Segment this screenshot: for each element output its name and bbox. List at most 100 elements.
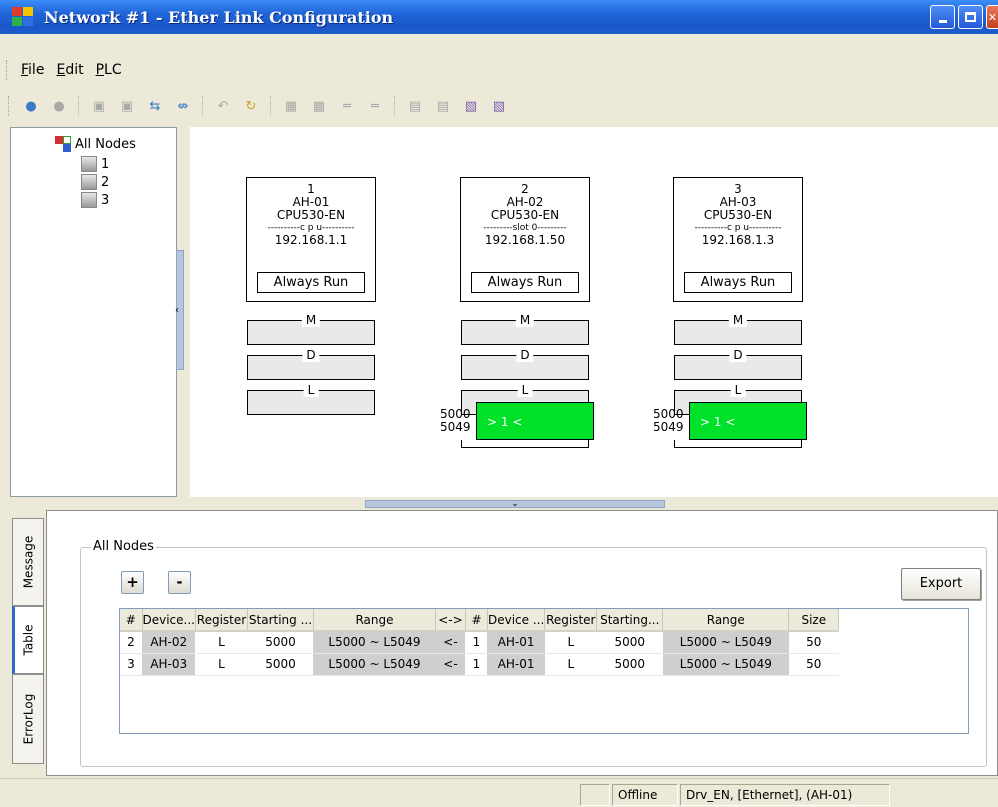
- status-bar: Offline Drv_EN, [Ethernet], (AH-01): [0, 778, 998, 807]
- toolbar-grip: [8, 96, 11, 116]
- node-ip: 192.168.1.3: [701, 233, 775, 247]
- grid-icon[interactable]: ▦: [280, 96, 302, 116]
- plc-card[interactable]: 1 AH-01 CPU530-EN ----------c p u-------…: [246, 177, 376, 302]
- table-row[interactable]: 2 AH-02 L 5000 L5000 ~ L5049 <- 1 AH-01 …: [120, 631, 839, 654]
- copy-icon[interactable]: ▤: [404, 96, 426, 116]
- table-row[interactable]: 3 AH-03 L 5000 L5000 ~ L5049 <- 1 AH-01 …: [120, 653, 839, 676]
- status-indicator-icon: [580, 784, 610, 806]
- status-driver: Drv_EN, [Ethernet], (AH-01): [680, 784, 890, 806]
- link-table: # Device... Register Starting ... Range …: [119, 608, 969, 734]
- col-header[interactable]: <->: [435, 609, 466, 632]
- tree-node-1[interactable]: 1: [81, 156, 109, 172]
- node-cpu: CPU530-EN: [276, 208, 346, 222]
- menu-edit[interactable]: Edit: [50, 62, 89, 78]
- paste-icon[interactable]: ▤: [432, 96, 454, 116]
- side-tabs: Message Table ErrorLog: [12, 510, 46, 775]
- col-header[interactable]: Starting ...: [247, 609, 314, 632]
- table-panel: All Nodes + - Export # Device... Registe…: [46, 510, 998, 776]
- col-header[interactable]: Size: [788, 609, 840, 632]
- title-bar: Network #1 - Ether Link Configuration ✕: [0, 0, 998, 34]
- vertical-splitter[interactable]: ‹: [175, 250, 184, 370]
- tab-errorlog[interactable]: ErrorLog: [12, 674, 44, 764]
- tree-node-3[interactable]: 3: [81, 192, 109, 208]
- tree-root[interactable]: All Nodes: [55, 136, 136, 152]
- status-mode: Offline: [612, 784, 678, 806]
- segment-d[interactable]: D: [461, 348, 589, 380]
- node-ip: 192.168.1.50: [484, 233, 566, 247]
- run-mode-box[interactable]: Always Run: [684, 272, 792, 293]
- menu-bar: File Edit PLC: [0, 54, 998, 86]
- plc-card[interactable]: 3 AH-03 CPU530-EN ----------c p u-------…: [673, 177, 803, 302]
- close-button[interactable]: ✕: [986, 5, 998, 29]
- tree-node-2[interactable]: 2: [81, 174, 109, 190]
- segment-d[interactable]: D: [247, 348, 375, 380]
- download-icon[interactable]: ▣: [116, 96, 138, 116]
- export-icon[interactable]: ▧: [460, 96, 482, 116]
- offline-icon[interactable]: ●: [48, 96, 70, 116]
- add-button[interactable]: +: [121, 571, 144, 594]
- minimize-icon: [938, 19, 947, 23]
- network-canvas: 1 AH-01 CPU530-EN ----------c p u-------…: [190, 127, 998, 497]
- plc-icon: [81, 174, 97, 190]
- col-header[interactable]: Range: [662, 609, 790, 632]
- upload-icon[interactable]: ▣: [88, 96, 110, 116]
- collapse-left-icon: ‹: [175, 305, 179, 316]
- segment-l-bottom: [674, 440, 802, 448]
- segment-l[interactable]: L: [247, 383, 375, 415]
- segment-d[interactable]: D: [674, 348, 802, 380]
- remove-button[interactable]: -: [168, 571, 191, 594]
- col-header[interactable]: Device ...: [487, 609, 546, 632]
- all-nodes-group: All Nodes + - Export # Device... Registe…: [80, 539, 987, 767]
- link-tag: > 1 <: [700, 415, 736, 429]
- col-header[interactable]: Register: [544, 609, 598, 632]
- link-block[interactable]: > 1 <: [689, 402, 807, 440]
- menu-file[interactable]: File: [15, 62, 50, 78]
- app-icon: [12, 7, 34, 27]
- node-cpu: CPU530-EN: [490, 208, 560, 222]
- align-left-icon[interactable]: ═: [336, 96, 358, 116]
- segment-m[interactable]: M: [674, 313, 802, 345]
- grid2-icon[interactable]: ▦: [308, 96, 330, 116]
- tab-message[interactable]: Message: [12, 518, 44, 606]
- table-header: # Device... Register Starting ... Range …: [120, 609, 840, 632]
- plc-card[interactable]: 2 AH-02 CPU530-EN ---------slot 0-------…: [460, 177, 590, 302]
- network-icon: [55, 136, 71, 152]
- unlink-icon[interactable]: ⇎: [172, 96, 194, 116]
- undo-icon[interactable]: ↶: [212, 96, 234, 116]
- col-header[interactable]: Starting...: [596, 609, 664, 632]
- link-range-label: 5000 5049: [440, 407, 471, 434]
- close-icon: ✕: [987, 10, 998, 24]
- align-right-icon[interactable]: ═: [364, 96, 386, 116]
- plc-icon: [81, 192, 97, 208]
- run-mode-box[interactable]: Always Run: [471, 272, 579, 293]
- export-button[interactable]: Export: [901, 568, 981, 600]
- import-icon[interactable]: ▧: [488, 96, 510, 116]
- link-tag: > 1 <: [487, 415, 523, 429]
- col-header[interactable]: #: [465, 609, 488, 632]
- refresh-icon[interactable]: ↻: [240, 96, 262, 116]
- node-ip: 192.168.1.1: [274, 233, 348, 247]
- link-block[interactable]: > 1 <: [476, 402, 594, 440]
- node-cpu: CPU530-EN: [703, 208, 773, 222]
- maximize-button[interactable]: [958, 5, 983, 29]
- col-header[interactable]: Range: [313, 609, 436, 632]
- col-header[interactable]: #: [120, 609, 143, 632]
- group-title: All Nodes: [91, 539, 156, 554]
- minimize-button[interactable]: [930, 5, 955, 29]
- link-icon[interactable]: ⇆: [144, 96, 166, 116]
- col-header[interactable]: Register: [195, 609, 248, 632]
- segment-m[interactable]: M: [461, 313, 589, 345]
- online-icon[interactable]: ●: [20, 96, 42, 116]
- maximize-icon: [965, 12, 976, 22]
- run-mode-box[interactable]: Always Run: [257, 272, 365, 293]
- toolbar: ● ● ▣ ▣ ⇆ ⇎ ↶ ↻ ▦ ▦ ═ ═ ▤ ▤ ▧ ▧: [0, 89, 998, 123]
- collapse-down-icon: ⌄: [511, 499, 519, 509]
- segment-m[interactable]: M: [247, 313, 375, 345]
- menu-plc[interactable]: PLC: [90, 62, 128, 78]
- segment-l-bottom: [461, 440, 589, 448]
- col-header[interactable]: Device...: [142, 609, 196, 632]
- tab-table[interactable]: Table: [12, 606, 44, 674]
- horizontal-splitter[interactable]: ⌄: [365, 499, 665, 509]
- link-range-label: 5000 5049: [653, 407, 684, 434]
- menu-grip: [6, 60, 9, 80]
